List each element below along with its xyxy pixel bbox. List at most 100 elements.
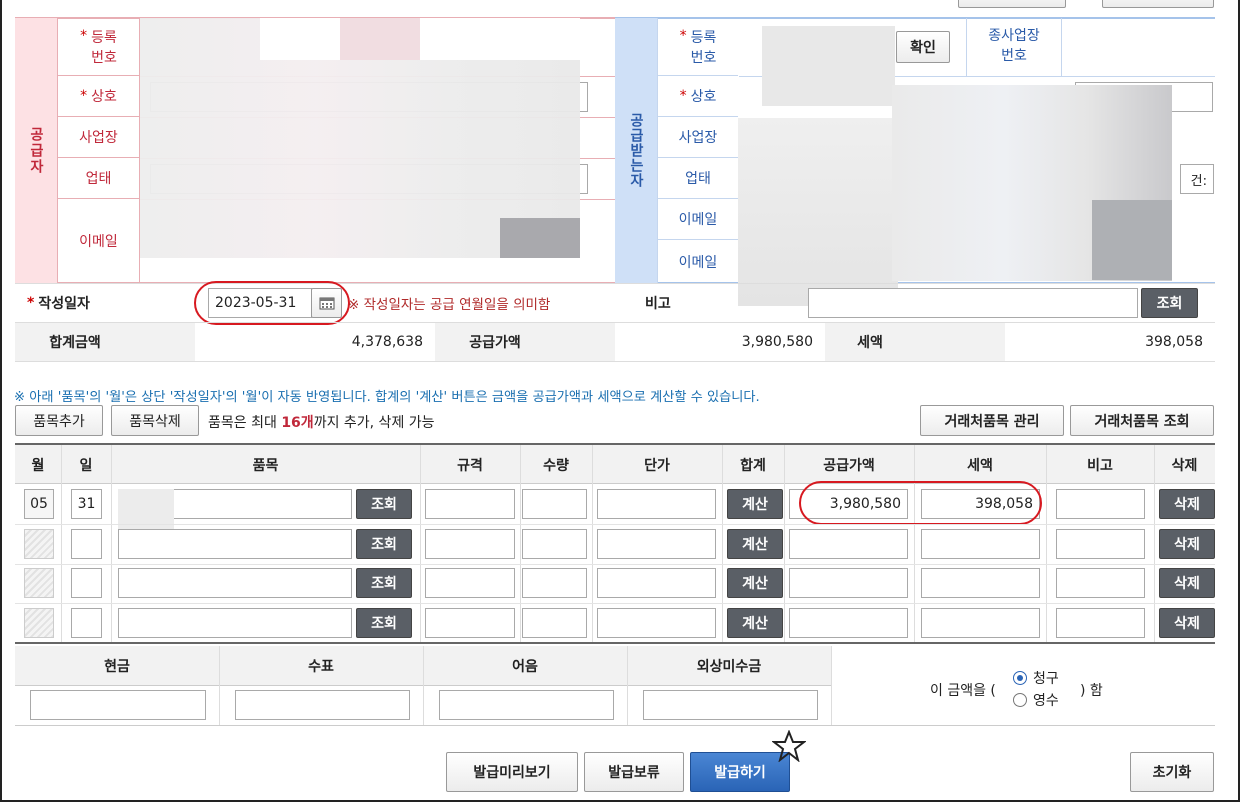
col-month: 월 bbox=[31, 457, 45, 474]
col-day: 일 bbox=[79, 457, 93, 474]
row4-unit-input[interactable] bbox=[597, 608, 716, 638]
supply-amount-label: 공급가액 bbox=[469, 335, 521, 351]
row1-calc-button[interactable]: 계산 bbox=[727, 489, 783, 519]
row4-remarks-input[interactable] bbox=[1056, 608, 1145, 638]
col-item: 품목 bbox=[252, 457, 279, 474]
row2-tax-input[interactable] bbox=[921, 529, 1040, 559]
row3-lookup-button[interactable]: 조회 bbox=[356, 568, 412, 598]
claim-radio[interactable]: 청구 bbox=[1013, 668, 1059, 688]
row1-spec-input[interactable] bbox=[425, 489, 515, 519]
credit-input[interactable] bbox=[643, 690, 818, 720]
cash-input[interactable] bbox=[30, 690, 206, 720]
col-tax: 세액 bbox=[967, 457, 993, 474]
row2-lookup-button[interactable]: 조회 bbox=[356, 529, 412, 559]
lookup-client-items-button[interactable]: 거래처품목 조회 bbox=[1070, 405, 1214, 436]
row2-unit-input[interactable] bbox=[597, 529, 716, 559]
row4-month[interactable] bbox=[24, 608, 54, 638]
row3-calc-button[interactable]: 계산 bbox=[727, 568, 783, 598]
total-amount-value: 4,378,638 bbox=[351, 334, 423, 350]
row3-qty-input[interactable] bbox=[522, 568, 587, 598]
row1-remarks-input[interactable] bbox=[1056, 489, 1145, 519]
row3-month[interactable] bbox=[24, 568, 54, 598]
row2-delete-button[interactable]: 삭제 bbox=[1159, 529, 1215, 559]
payment-note-label: 어음 bbox=[512, 659, 538, 675]
claim-suffix: ) 함 bbox=[1080, 683, 1103, 699]
row3-day[interactable] bbox=[71, 568, 102, 598]
receiver-confirm-button[interactable]: 확인 bbox=[896, 31, 950, 63]
top-button-2[interactable] bbox=[1102, 0, 1214, 8]
receiver-name-label: * 상호 bbox=[658, 76, 738, 117]
hold-button[interactable]: 발급보류 bbox=[584, 752, 684, 792]
receipt-radio[interactable]: 영수 bbox=[1013, 690, 1059, 710]
payment-cash-label: 현금 bbox=[104, 659, 130, 675]
supplier-reg-label: * 등록 번호 bbox=[58, 18, 139, 76]
payment-check-label: 수표 bbox=[308, 659, 334, 675]
reset-button[interactable]: 초기화 bbox=[1130, 752, 1214, 792]
row3-remarks-input[interactable] bbox=[1056, 568, 1145, 598]
check-input[interactable] bbox=[235, 690, 410, 720]
row2-month[interactable] bbox=[24, 529, 54, 559]
row3-delete-button[interactable]: 삭제 bbox=[1159, 568, 1215, 598]
row4-day[interactable] bbox=[71, 608, 102, 638]
item-limit-text: 품목은 최대 16개까지 추가, 삭제 가능 bbox=[208, 415, 435, 431]
row2-qty-input[interactable] bbox=[522, 529, 587, 559]
receiver-side-label: 공급받는자 bbox=[615, 18, 657, 283]
row3-supply-input[interactable] bbox=[789, 568, 908, 598]
payment-credit-label: 외상미수금 bbox=[696, 659, 762, 675]
row4-delete-button[interactable]: 삭제 bbox=[1159, 608, 1215, 638]
supply-amount-value: 3,980,580 bbox=[741, 334, 813, 350]
row1-day[interactable]: 31 bbox=[71, 489, 102, 519]
col-remarks: 비고 bbox=[1087, 457, 1113, 474]
date-label: * 작성일자 bbox=[27, 295, 90, 312]
remarks-lookup-button[interactable]: 조회 bbox=[1141, 288, 1198, 318]
row4-supply-input[interactable] bbox=[789, 608, 908, 638]
row1-lookup-button[interactable]: 조회 bbox=[356, 489, 412, 519]
row3-unit-input[interactable] bbox=[597, 568, 716, 598]
row2-item-input[interactable] bbox=[118, 529, 352, 559]
preview-button[interactable]: 발급미리보기 bbox=[446, 752, 578, 792]
top-button-1[interactable] bbox=[958, 0, 1066, 8]
add-item-button[interactable]: 품목추가 bbox=[15, 405, 103, 436]
row2-calc-button[interactable]: 계산 bbox=[727, 529, 783, 559]
row2-day[interactable] bbox=[71, 529, 102, 559]
manage-client-items-button[interactable]: 거래처품목 관리 bbox=[920, 405, 1064, 436]
supplier-biz-label: 업태 bbox=[58, 158, 139, 199]
row1-qty-input[interactable] bbox=[522, 489, 587, 519]
col-sum: 합계 bbox=[740, 457, 766, 474]
receiver-redacted-2 bbox=[738, 118, 898, 306]
row1-unit-input[interactable] bbox=[597, 489, 716, 519]
row2-supply-input[interactable] bbox=[789, 529, 908, 559]
date-highlight-oval bbox=[194, 281, 350, 325]
delete-item-button[interactable]: 품목삭제 bbox=[111, 405, 199, 436]
tax-amount-label: 세액 bbox=[857, 335, 883, 351]
row3-item-input[interactable] bbox=[118, 568, 352, 598]
receiver-addr-label: 사업장 bbox=[658, 117, 738, 158]
row4-calc-button[interactable]: 계산 bbox=[727, 608, 783, 638]
receiver-item-input[interactable]: 건: bbox=[1180, 164, 1214, 194]
row2-remarks-input[interactable] bbox=[1056, 529, 1145, 559]
row4-spec-input[interactable] bbox=[425, 608, 515, 638]
remarks-input[interactable] bbox=[808, 288, 1138, 318]
receiver-reg-label: * 등록 번호 bbox=[658, 18, 738, 76]
note-input[interactable] bbox=[439, 690, 614, 720]
row1-delete-button[interactable]: 삭제 bbox=[1159, 489, 1215, 519]
row1-month[interactable]: 05 bbox=[24, 489, 54, 519]
items-notice: ※ 아래 '품목'의 '월'은 상단 '작성일자'의 '월'이 자동 반영됩니다… bbox=[14, 390, 760, 405]
row4-item-input[interactable] bbox=[118, 608, 352, 638]
supplier-addr-label: 사업장 bbox=[58, 117, 139, 158]
supplier-email-label: 이메일 bbox=[79, 234, 118, 250]
receiver-biz-label: 업태 bbox=[658, 158, 738, 199]
total-amount-label: 합계금액 bbox=[49, 335, 101, 351]
supplier-side-label: 공급자 bbox=[15, 18, 57, 283]
receiver-redacted-1 bbox=[762, 26, 895, 106]
row3-tax-input[interactable] bbox=[921, 568, 1040, 598]
row2-spec-input[interactable] bbox=[425, 529, 515, 559]
star-icon bbox=[771, 729, 807, 766]
col-delete: 삭제 bbox=[1171, 457, 1198, 474]
row4-qty-input[interactable] bbox=[522, 608, 587, 638]
row3-spec-input[interactable] bbox=[425, 568, 515, 598]
remarks-label: 비고 bbox=[645, 296, 671, 312]
row4-lookup-button[interactable]: 조회 bbox=[356, 608, 412, 638]
row4-tax-input[interactable] bbox=[921, 608, 1040, 638]
receiver-email2-label: 이메일 bbox=[678, 254, 718, 271]
